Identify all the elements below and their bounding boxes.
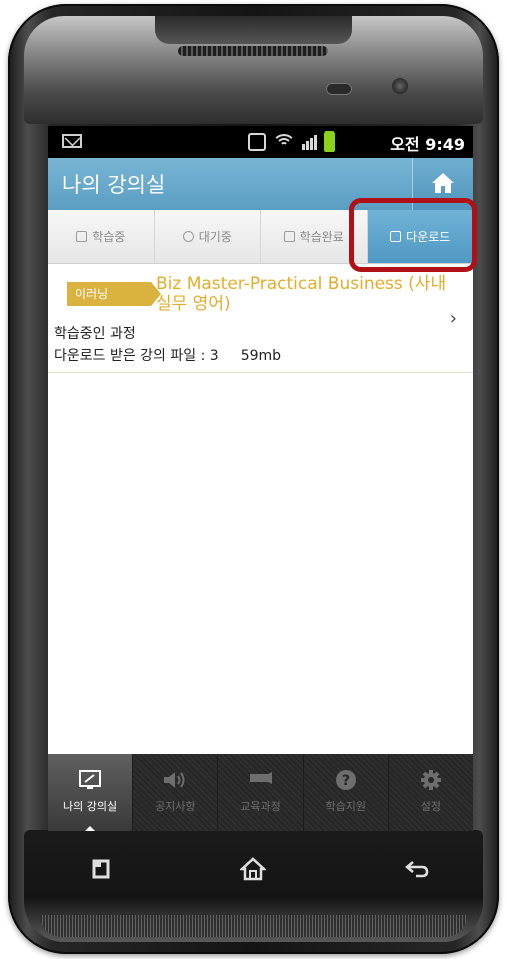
bottom-nav: 나의 강의실 공지사항 교육과정 ? 학습지원 설정 [48, 754, 473, 831]
nav-label: 교육과정 [240, 800, 281, 813]
bottom-grille [40, 915, 467, 937]
course-status: 학습중인 과정 [54, 326, 136, 342]
downloaded-files-size: 59mb [240, 348, 282, 364]
menu-icon [92, 859, 110, 879]
home-icon [432, 173, 454, 193]
nav-settings[interactable]: 설정 [389, 754, 473, 831]
course-icon [248, 768, 274, 792]
elearning-badge: 이러닝 [67, 282, 161, 306]
vibrate-icon [248, 133, 266, 151]
phone-frame: 오전 9:49 나의 강의실 학습중 대기중 학습완료 다운로드 이러닝 Biz… [0, 0, 507, 959]
mail-icon [62, 134, 82, 148]
nav-support[interactable]: ? 학습지원 [304, 754, 389, 831]
edit-icon [76, 231, 88, 242]
menu-key[interactable] [86, 854, 116, 884]
top-slit [155, 16, 352, 44]
home-key[interactable] [238, 854, 268, 884]
tab-download[interactable]: 다운로드 [367, 210, 473, 263]
nav-courses[interactable]: 교육과정 [218, 754, 304, 831]
flag-icon [283, 231, 295, 242]
tab-completed[interactable]: 학습완료 [261, 210, 368, 263]
status-time: 오전 9:49 [390, 135, 465, 154]
download-icon [390, 231, 402, 242]
proximity-sensor [326, 83, 352, 95]
tab-label: 대기중 [198, 230, 232, 244]
status-icons [248, 131, 335, 153]
page-title: 나의 강의실 [62, 173, 166, 197]
screen: 오전 9:49 나의 강의실 학습중 대기중 학습완료 다운로드 이러닝 Biz… [48, 126, 473, 831]
nav-notice[interactable]: 공지사항 [133, 754, 219, 831]
downloaded-files-label: 다운로드 받은 강의 파일 : 3 [54, 348, 219, 364]
status-bar: 오전 9:49 [48, 126, 473, 158]
home-button[interactable] [412, 158, 473, 210]
help-icon: ? [335, 768, 357, 792]
tab-label: 학습중 [92, 230, 126, 244]
svg-text:?: ? [342, 773, 350, 789]
hardware-keys [24, 838, 483, 898]
nav-label: 설정 [420, 800, 442, 813]
wifi-icon [272, 134, 296, 150]
signal-icon [302, 134, 317, 150]
course-title: Biz Master-Practical Business (사내 실무 영어) [156, 274, 447, 314]
search-icon [182, 231, 194, 242]
tab-label: 다운로드 [406, 230, 451, 244]
battery-icon [324, 132, 335, 152]
course-list-item[interactable]: 이러닝 Biz Master-Practical Business (사내 실무… [48, 264, 473, 373]
front-camera [392, 78, 408, 94]
tab-studying[interactable]: 학습중 [48, 210, 155, 263]
nav-label: 공지사항 [155, 800, 196, 813]
tab-bar: 학습중 대기중 학습완료 다운로드 [48, 210, 473, 264]
home-outline-icon [240, 857, 266, 881]
speaker-icon [162, 768, 188, 792]
nav-label: 학습지원 [325, 800, 366, 813]
gear-icon [420, 768, 442, 792]
tab-waiting[interactable]: 대기중 [155, 210, 261, 263]
nav-my-classroom[interactable]: 나의 강의실 [48, 754, 134, 831]
chevron-right-icon: › [449, 308, 457, 329]
earpiece-speaker [178, 46, 328, 56]
back-key[interactable] [402, 854, 432, 884]
classroom-icon [79, 768, 102, 792]
nav-label: 나의 강의실 [63, 800, 118, 813]
tab-label: 학습완료 [299, 230, 344, 244]
title-bar: 나의 강의실 [48, 158, 473, 210]
course-files: 다운로드 받은 강의 파일 : 3 59mb [54, 345, 281, 365]
back-icon [405, 861, 429, 878]
